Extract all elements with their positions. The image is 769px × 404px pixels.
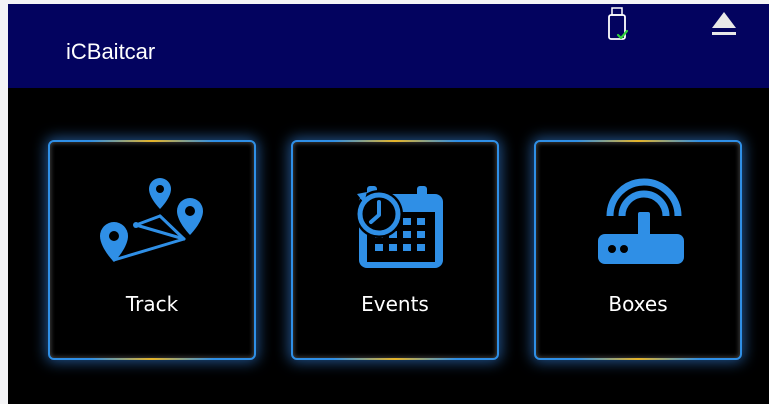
events-tile-button[interactable]: Events	[291, 140, 499, 360]
app-screen: iCBaitcar Track Events Boxes	[8, 4, 769, 404]
title-bar: iCBaitcar	[8, 4, 769, 88]
boxes-tile-button[interactable]: Boxes	[534, 140, 742, 360]
app-title: iCBaitcar	[66, 39, 156, 64]
boxes-tile-label: Boxes	[608, 292, 668, 316]
wifi-router-icon	[598, 178, 684, 264]
track-tile-button[interactable]: Track	[48, 140, 256, 360]
usb-drive-connected-icon[interactable]	[602, 6, 632, 42]
calendar-history-icon	[355, 186, 443, 268]
events-tile-label: Events	[361, 292, 429, 316]
eject-icon[interactable]	[709, 8, 739, 40]
track-tile-label: Track	[125, 292, 179, 316]
map-route-pins-icon	[100, 178, 203, 262]
